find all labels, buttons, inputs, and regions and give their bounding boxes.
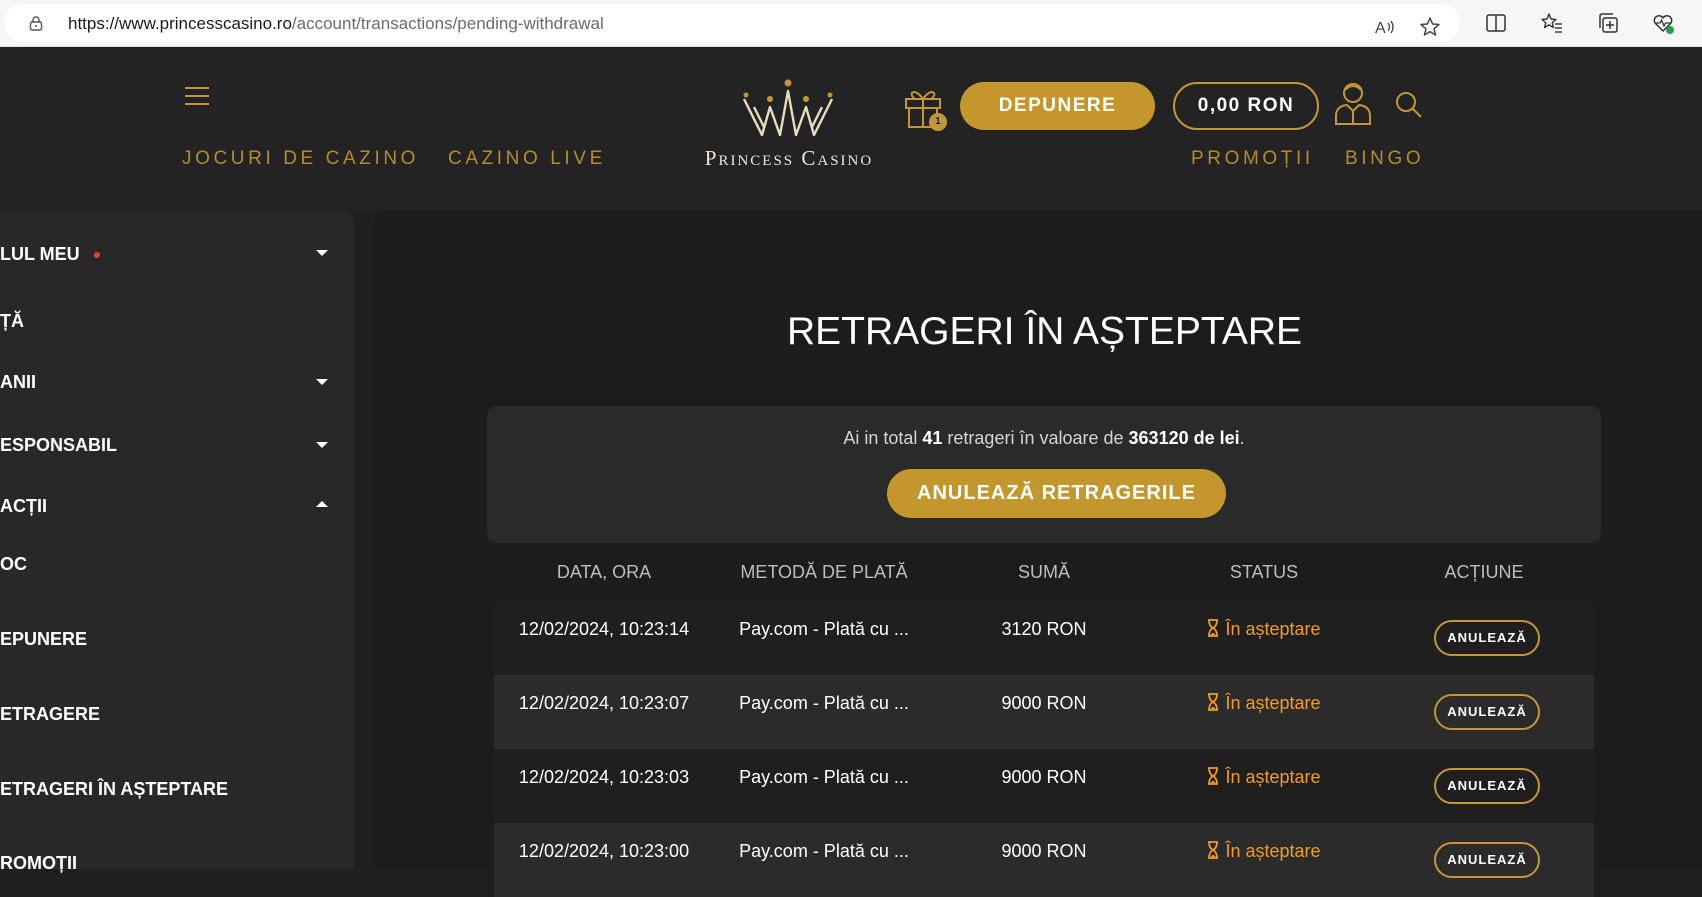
nav-jocuri-de-cazino[interactable]: JOCURI DE CAZINO — [182, 148, 419, 170]
sidebar-item-contul-meu[interactable]: LUL MEU — [0, 244, 100, 265]
column-header-method: METODĂ DE PLATĂ — [740, 562, 908, 582]
svg-text:A: A — [1375, 20, 1386, 37]
deposit-button[interactable]: DEPUNERE — [960, 82, 1155, 130]
summary-text: Ai in total 41 retrageri în valoare de 3… — [843, 428, 1245, 448]
row-payment-method: Pay.com - Plată cu ... — [739, 767, 909, 787]
read-aloud-icon[interactable]: A — [1373, 15, 1397, 39]
nav-cazino-live[interactable]: CAZINO LIVE — [448, 148, 606, 170]
row-payment-method: Pay.com - Plată cu ... — [739, 693, 909, 713]
cancel-all-withdrawals-button[interactable]: ANULEAZĂ RETRAGERILE — [887, 469, 1226, 518]
row-status: În așteptare — [1154, 693, 1374, 714]
split-screen-icon[interactable] — [1484, 11, 1508, 35]
favorites-icon[interactable] — [1540, 11, 1564, 35]
row-datetime: 12/02/2024, 10:23:00 — [518, 841, 690, 861]
chevron-down-icon[interactable] — [316, 250, 328, 256]
sidebar-item-label: LUL MEU — [0, 244, 80, 264]
favorite-star-icon[interactable] — [1418, 15, 1442, 39]
sidebar-subitem-depunere[interactable]: EPUNERE — [0, 629, 87, 650]
browser-toolbar: https://www.princesscasino.ro/account/tr… — [0, 0, 1702, 47]
balance-display[interactable]: 0,00 RON — [1173, 82, 1319, 130]
sidebar-subitem-retragere[interactable]: ETRAGERE — [0, 704, 100, 725]
account-sidebar: LUL MEU ȚĂ ANII ESPONSABIL ACȚII OC EPUN… — [0, 210, 354, 873]
table-row: 12/02/2024, 10:23:07 Pay.com - Plată cu … — [494, 675, 1594, 749]
column-header-amount: SUMĂ — [1017, 562, 1070, 582]
row-status: În așteptare — [1154, 841, 1374, 862]
gift-count-badge: 1 — [929, 113, 947, 131]
row-status: În așteptare — [1154, 619, 1374, 640]
withdrawal-summary-card: Ai in total 41 retrageri în valoare de 3… — [487, 406, 1601, 543]
nav-promotii[interactable]: PROMOȚII — [1191, 148, 1314, 170]
notification-dot — [93, 252, 100, 259]
row-status: În așteptare — [1154, 767, 1374, 788]
main-content: RETRAGERI ÎN AȘTEPTARE Ai in total 41 re… — [374, 210, 1702, 897]
lock-icon[interactable] — [29, 16, 43, 31]
sidebar-subitem-retrageri-in-asteptare[interactable]: ETRAGERI ÎN AȘTEPTARE — [0, 779, 228, 800]
url-path: /account/transactions/pending-withdrawal — [291, 14, 604, 33]
row-payment-method: Pay.com - Plată cu ... — [739, 619, 909, 639]
url-text[interactable]: https://www.princesscasino.ro/account/tr… — [68, 14, 604, 34]
chevron-down-icon[interactable] — [316, 442, 328, 448]
hourglass-icon — [1208, 693, 1219, 711]
logo-text[interactable]: Princess Casino — [684, 146, 894, 171]
sidebar-subitem-1[interactable]: OC — [0, 554, 27, 575]
row-amount: 9000 RON — [1001, 693, 1087, 713]
withdrawal-total: 363120 de lei — [1128, 428, 1240, 448]
table-row: 12/02/2024, 10:23:14 Pay.com - Plată cu … — [494, 601, 1594, 675]
sidebar-item-tranzactii[interactable]: ACȚII — [0, 496, 47, 517]
table-row: 12/02/2024, 10:23:00 Pay.com - Plată cu … — [494, 823, 1594, 897]
cancel-withdrawal-button[interactable]: ANULEAZĂ — [1434, 620, 1540, 656]
menu-icon[interactable] — [185, 87, 209, 107]
page-title: RETRAGERI ÎN AȘTEPTARE — [786, 310, 1303, 353]
sidebar-item-3[interactable]: ANII — [0, 372, 36, 393]
crown-logo-icon[interactable] — [740, 77, 836, 139]
sidebar-item-promotii[interactable]: ROMOȚII — [0, 853, 77, 874]
row-payment-method: Pay.com - Plată cu ... — [739, 841, 909, 861]
column-header-action: ACȚIUNE — [1444, 562, 1524, 582]
column-header-status: STATUS — [1229, 562, 1299, 582]
row-datetime: 12/02/2024, 10:23:14 — [518, 619, 690, 639]
chevron-up-icon[interactable] — [316, 501, 328, 507]
hourglass-icon — [1208, 767, 1219, 785]
hourglass-icon — [1208, 619, 1219, 637]
cancel-withdrawal-button[interactable]: ANULEAZĂ — [1434, 694, 1540, 730]
hourglass-icon — [1208, 841, 1219, 859]
sidebar-item-4[interactable]: ESPONSABIL — [0, 435, 117, 456]
collections-icon[interactable] — [1596, 11, 1620, 35]
row-amount: 9000 RON — [1001, 767, 1087, 787]
row-datetime: 12/02/2024, 10:23:07 — [518, 693, 690, 713]
table-row: 12/02/2024, 10:23:03 Pay.com - Plată cu … — [494, 749, 1594, 823]
address-bar[interactable]: https://www.princesscasino.ro/account/tr… — [4, 4, 1460, 42]
search-icon[interactable] — [1394, 90, 1424, 120]
nav-bingo[interactable]: BINGO — [1345, 148, 1424, 170]
sidebar-item-2[interactable]: ȚĂ — [0, 311, 24, 332]
url-host: https://www.princesscasino.ro — [68, 14, 292, 33]
row-amount: 9000 RON — [1001, 841, 1087, 861]
column-header-date: DATA, ORA — [556, 562, 652, 582]
row-datetime: 12/02/2024, 10:23:03 — [518, 767, 690, 787]
cancel-withdrawal-button[interactable]: ANULEAZĂ — [1434, 842, 1540, 878]
row-amount: 3120 RON — [1001, 619, 1087, 639]
site-header: JOCURI DE CAZINO CAZINO LIVE Princess Ca… — [0, 47, 1702, 210]
cancel-withdrawal-button[interactable]: ANULEAZĂ — [1434, 768, 1540, 804]
user-icon[interactable] — [1333, 80, 1373, 126]
chevron-down-icon[interactable] — [316, 379, 328, 385]
withdrawal-count: 41 — [922, 428, 943, 448]
browser-health-icon[interactable] — [1651, 11, 1675, 35]
